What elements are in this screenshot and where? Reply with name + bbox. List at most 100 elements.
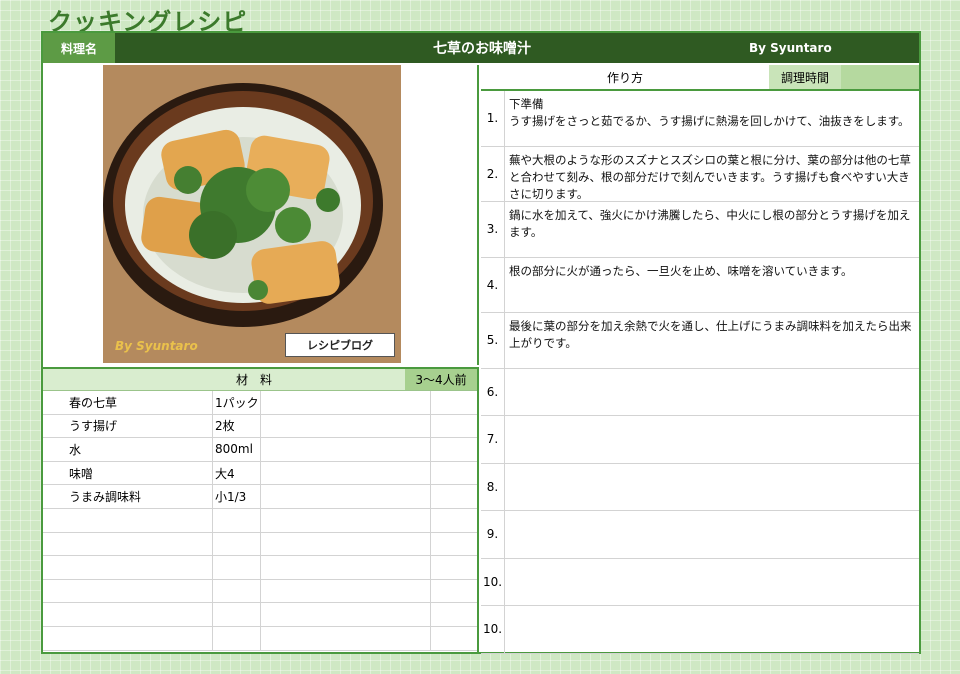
step-text — [505, 369, 919, 416]
author: By Syuntaro — [749, 41, 832, 55]
ingredient-extra — [431, 438, 477, 461]
ingredient-name — [43, 626, 213, 650]
photo-brand-watermark: By Syuntaro — [115, 339, 198, 353]
recipe-blog-badge: レシピブログ — [285, 333, 395, 357]
step-row: 5. 最後に葉の部分を加え余熱で火を通し、仕上げにうまみ調味料を加えたら出来上がり… — [481, 313, 919, 369]
cooking-time-value — [841, 65, 919, 89]
ingredient-note — [261, 603, 431, 626]
ingredient-name — [43, 532, 213, 556]
ingredient-extra — [431, 580, 477, 603]
ingredient-name: 味噌 — [43, 461, 213, 485]
ingredient-row: 春の七草 1パック — [43, 391, 477, 415]
servings: 3〜4人前 — [405, 369, 477, 390]
ingredient-name: うす揚げ — [43, 414, 213, 438]
step-text: 蕪や大根のような形のスズナとスズシロの葉と根に分け、葉の部分は他の七草と合わせて… — [509, 152, 911, 202]
ingredient-name: うまみ調味料 — [43, 485, 213, 508]
step-text — [505, 511, 919, 558]
step-text: 鍋に水を加えて、強火にかけ沸騰したら、中火にし根の部分とうす揚げを加えます。 — [509, 208, 911, 240]
ingredient-extra — [431, 485, 477, 508]
ingredient-row — [43, 508, 477, 533]
ingredient-row: 味噌 大4 — [43, 461, 477, 486]
step-text — [505, 559, 919, 606]
ingredient-extra — [431, 462, 477, 485]
ingredient-name: 水 — [43, 438, 213, 461]
title-bar: 料理名 七草のお味噌汁 By Syuntaro — [43, 33, 919, 63]
step-number: 8. — [481, 463, 505, 510]
ingredient-qty: 1パック — [213, 391, 261, 414]
photo-cell: By Syuntaro レシピブログ — [43, 65, 479, 365]
step-row: 10. — [481, 606, 919, 654]
ingredient-name — [43, 603, 213, 626]
ingredient-extra — [431, 556, 477, 579]
step-row: 7. — [481, 416, 919, 464]
ingredient-qty: 800ml — [213, 438, 261, 461]
ingredients-title: 材 料 — [235, 373, 272, 387]
dish-photo: By Syuntaro レシピブログ — [103, 65, 401, 363]
ingredient-note — [261, 508, 431, 532]
step-row: 3. 鍋に水を加えて、強火にかけ沸騰したら、中火にし根の部分とうす揚げを加えます。 — [481, 202, 919, 258]
ingredient-note — [261, 391, 431, 414]
ingredient-row — [43, 532, 477, 557]
ingredient-row: 水 800ml — [43, 438, 477, 462]
ingredient-name: 春の七草 — [43, 391, 213, 414]
ingredient-note — [261, 556, 431, 579]
step-row: 6. — [481, 368, 919, 416]
dish-name: 七草のお味噌汁 — [433, 41, 531, 57]
ingredient-row: うまみ調味料 小1/3 — [43, 485, 477, 509]
ingredient-name — [43, 579, 213, 603]
ingredient-note — [261, 532, 431, 556]
ingredient-note — [261, 485, 431, 508]
ingredient-row — [43, 556, 477, 580]
ingredient-extra — [431, 415, 477, 438]
ingredient-qty: 小1/3 — [213, 485, 261, 508]
step-number: 3. — [481, 202, 505, 257]
ingredient-qty: 大4 — [213, 461, 261, 485]
ingredient-note — [261, 579, 431, 603]
step-number: 1. — [481, 91, 505, 146]
ingredient-note — [261, 414, 431, 438]
step-number: 4. — [481, 257, 505, 312]
ingredient-name — [43, 508, 213, 532]
steps-table: 作り方 調理時間 1. 下準備 うす揚げをさっと茹でるか、うす揚げに熱湯を回しかけ… — [481, 65, 919, 654]
ingredient-row — [43, 579, 477, 604]
step-number: 6. — [481, 368, 505, 415]
step-row: 2. 蕪や大根のような形のスズナとスズシロの葉と根に分け、葉の部分は他の七草と合わ… — [481, 146, 919, 202]
ingredient-extra — [431, 627, 477, 650]
ingredient-qty — [213, 532, 261, 556]
ingredient-extra — [431, 533, 477, 556]
step-text: 下準備 うす揚げをさっと茹でるか、うす揚げに熱湯を回しかけて、油抜きをします。 — [509, 97, 910, 129]
step-number: 10. — [481, 606, 505, 653]
step-number: 7. — [481, 416, 505, 463]
ingredient-note — [261, 461, 431, 485]
ingredients-header: 材 料 3〜4人前 — [43, 369, 477, 391]
steps-header: 作り方 調理時間 — [481, 65, 919, 91]
ingredient-extra — [431, 509, 477, 532]
step-number: 9. — [481, 511, 505, 558]
ingredient-qty — [213, 508, 261, 532]
miso-soup-image — [103, 65, 401, 363]
step-row: 10. — [481, 558, 919, 606]
step-row: 4. 根の部分に火が通ったら、一旦火を止め、味噌を溶いていきます。 — [481, 257, 919, 313]
ingredient-qty — [213, 556, 261, 579]
ingredient-qty: 2枚 — [213, 414, 261, 438]
ingredient-note — [261, 626, 431, 650]
ingredient-qty — [213, 579, 261, 603]
step-number: 5. — [481, 313, 505, 368]
recipe-sheet: 料理名 七草のお味噌汁 By Syuntaro By Syuntaro レシピブ… — [41, 31, 921, 654]
ingredient-name — [43, 556, 213, 579]
ingredients-table: 材 料 3〜4人前 春の七草 1パック うす揚げ 2枚水 800ml 味噌 大4 うまみ調味料… — [43, 367, 479, 652]
ingredient-row — [43, 603, 477, 627]
dish-name-label: 料理名 — [43, 33, 115, 63]
step-text — [505, 606, 919, 653]
step-text — [505, 464, 919, 511]
step-row: 1. 下準備 うす揚げをさっと茹でるか、うす揚げに熱湯を回しかけて、油抜きをします… — [481, 91, 919, 147]
ingredient-row — [43, 626, 477, 651]
step-text: 最後に葉の部分を加え余熱で火を通し、仕上げにうまみ調味料を加えたら出来上がりです… — [509, 319, 912, 351]
ingredient-extra — [431, 391, 477, 414]
step-row: 9. — [481, 511, 919, 559]
step-text — [505, 416, 919, 463]
step-number: 2. — [481, 146, 505, 201]
ingredient-qty — [213, 603, 261, 626]
ingredient-qty — [213, 626, 261, 650]
ingredient-note — [261, 438, 431, 461]
